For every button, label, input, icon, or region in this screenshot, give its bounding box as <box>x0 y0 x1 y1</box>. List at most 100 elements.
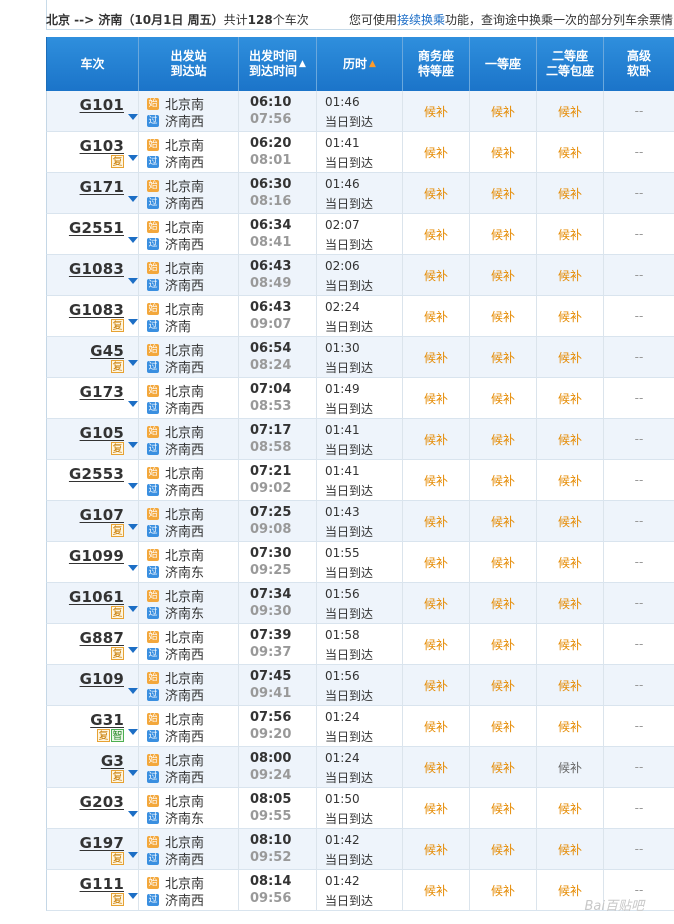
stops-dropdown-icon[interactable] <box>128 401 138 407</box>
second-seat-waitlist[interactable]: 候补 <box>537 337 604 377</box>
stops-dropdown-icon[interactable] <box>128 114 138 120</box>
first-seat-waitlist[interactable]: 候补 <box>470 706 537 746</box>
stops-dropdown-icon[interactable] <box>128 565 138 571</box>
first-seat-waitlist[interactable]: 候补 <box>470 870 537 910</box>
second-seat-waitlist[interactable]: 候补 <box>537 132 604 172</box>
train-number-link[interactable]: G109 <box>80 670 124 688</box>
first-seat-waitlist[interactable]: 候补 <box>470 665 537 705</box>
stops-dropdown-icon[interactable] <box>128 524 138 530</box>
stops-dropdown-icon[interactable] <box>128 237 138 243</box>
second-seat-waitlist[interactable]: 候补 <box>537 665 604 705</box>
first-seat-waitlist[interactable]: 候补 <box>470 132 537 172</box>
second-seat-waitlist[interactable]: 候补 <box>537 624 604 664</box>
first-seat-waitlist[interactable]: 候补 <box>470 501 537 541</box>
second-seat-waitlist[interactable]: 候补 <box>537 378 604 418</box>
first-seat-waitlist[interactable]: 候补 <box>470 296 537 336</box>
train-number-link[interactable]: G1083 <box>69 260 124 278</box>
stops-dropdown-icon[interactable] <box>128 196 138 202</box>
second-seat-waitlist[interactable]: 候补 <box>537 829 604 869</box>
business-seat-waitlist[interactable]: 候补 <box>403 214 470 254</box>
second-seat-waitlist[interactable]: 候补 <box>537 747 604 787</box>
first-seat-waitlist[interactable]: 候补 <box>470 255 537 295</box>
stops-dropdown-icon[interactable] <box>128 360 138 366</box>
second-seat-waitlist[interactable]: 候补 <box>537 419 604 459</box>
header-time-sort[interactable]: 出发时间 到达时间 ▲ <box>239 37 317 91</box>
stops-dropdown-icon[interactable] <box>128 319 138 325</box>
second-seat-waitlist[interactable]: 候补 <box>537 583 604 623</box>
business-seat-waitlist[interactable]: 候补 <box>403 706 470 746</box>
train-number-link[interactable]: G101 <box>80 96 124 114</box>
train-number-link[interactable]: G2553 <box>69 465 124 483</box>
first-seat-waitlist[interactable]: 候补 <box>470 829 537 869</box>
train-number-link[interactable]: G173 <box>80 383 124 401</box>
first-seat-waitlist[interactable]: 候补 <box>470 542 537 582</box>
train-number-link[interactable]: G45 <box>90 342 124 360</box>
second-seat-waitlist[interactable]: 候补 <box>537 214 604 254</box>
business-seat-waitlist[interactable]: 候补 <box>403 296 470 336</box>
stops-dropdown-icon[interactable] <box>128 688 138 694</box>
first-seat-waitlist[interactable]: 候补 <box>470 419 537 459</box>
train-number-link[interactable]: G31 <box>90 711 124 729</box>
stops-dropdown-icon[interactable] <box>128 483 138 489</box>
first-seat-waitlist[interactable]: 候补 <box>470 583 537 623</box>
stops-dropdown-icon[interactable] <box>128 155 138 161</box>
train-number-link[interactable]: G197 <box>80 834 124 852</box>
train-number-link[interactable]: G203 <box>80 793 124 811</box>
first-seat-waitlist[interactable]: 候补 <box>470 747 537 787</box>
train-number-link[interactable]: G887 <box>80 629 124 647</box>
second-seat-waitlist[interactable]: 候补 <box>537 542 604 582</box>
business-seat-waitlist[interactable]: 候补 <box>403 542 470 582</box>
first-seat-waitlist[interactable]: 候补 <box>470 214 537 254</box>
train-number-link[interactable]: G111 <box>80 875 124 893</box>
business-seat-waitlist[interactable]: 候补 <box>403 501 470 541</box>
train-number-link[interactable]: G2551 <box>69 219 124 237</box>
business-seat-waitlist[interactable]: 候补 <box>403 132 470 172</box>
business-seat-waitlist[interactable]: 候补 <box>403 255 470 295</box>
second-seat-waitlist[interactable]: 候补 <box>537 296 604 336</box>
business-seat-waitlist[interactable]: 候补 <box>403 829 470 869</box>
train-number-link[interactable]: G171 <box>80 178 124 196</box>
train-number-link[interactable]: G1061 <box>69 588 124 606</box>
train-number-link[interactable]: G103 <box>80 137 124 155</box>
stops-dropdown-icon[interactable] <box>128 893 138 899</box>
second-seat-waitlist[interactable]: 候补 <box>537 255 604 295</box>
first-seat-waitlist[interactable]: 候补 <box>470 91 537 131</box>
stops-dropdown-icon[interactable] <box>128 852 138 858</box>
stops-dropdown-icon[interactable] <box>128 442 138 448</box>
transfer-link[interactable]: 接续换乘 <box>397 13 445 27</box>
first-seat-waitlist[interactable]: 候补 <box>470 378 537 418</box>
first-seat-waitlist[interactable]: 候补 <box>470 173 537 213</box>
train-number-link[interactable]: G105 <box>80 424 124 442</box>
first-seat-waitlist[interactable]: 候补 <box>470 460 537 500</box>
business-seat-waitlist[interactable]: 候补 <box>403 583 470 623</box>
business-seat-waitlist[interactable]: 候补 <box>403 665 470 705</box>
stops-dropdown-icon[interactable] <box>128 770 138 776</box>
second-seat-waitlist[interactable]: 候补 <box>537 501 604 541</box>
business-seat-waitlist[interactable]: 候补 <box>403 337 470 377</box>
stops-dropdown-icon[interactable] <box>128 606 138 612</box>
business-seat-waitlist[interactable]: 候补 <box>403 624 470 664</box>
stops-dropdown-icon[interactable] <box>128 647 138 653</box>
first-seat-waitlist[interactable]: 候补 <box>470 337 537 377</box>
first-seat-waitlist[interactable]: 候补 <box>470 624 537 664</box>
train-number-link[interactable]: G1099 <box>69 547 124 565</box>
train-number-link[interactable]: G107 <box>80 506 124 524</box>
business-seat-waitlist[interactable]: 候补 <box>403 91 470 131</box>
second-seat-waitlist[interactable]: 候补 <box>537 706 604 746</box>
business-seat-waitlist[interactable]: 候补 <box>403 788 470 828</box>
train-number-link[interactable]: G3 <box>101 752 124 770</box>
stops-dropdown-icon[interactable] <box>128 278 138 284</box>
first-seat-waitlist[interactable]: 候补 <box>470 788 537 828</box>
stops-dropdown-icon[interactable] <box>128 811 138 817</box>
stops-dropdown-icon[interactable] <box>128 729 138 735</box>
business-seat-waitlist[interactable]: 候补 <box>403 870 470 910</box>
second-seat-waitlist[interactable]: 候补 <box>537 788 604 828</box>
train-number-link[interactable]: G1083 <box>69 301 124 319</box>
business-seat-waitlist[interactable]: 候补 <box>403 419 470 459</box>
business-seat-waitlist[interactable]: 候补 <box>403 460 470 500</box>
second-seat-waitlist[interactable]: 候补 <box>537 460 604 500</box>
business-seat-waitlist[interactable]: 候补 <box>403 378 470 418</box>
header-duration-sort[interactable]: 历时 ▲ <box>317 37 403 91</box>
business-seat-waitlist[interactable]: 候补 <box>403 173 470 213</box>
second-seat-waitlist[interactable]: 候补 <box>537 91 604 131</box>
